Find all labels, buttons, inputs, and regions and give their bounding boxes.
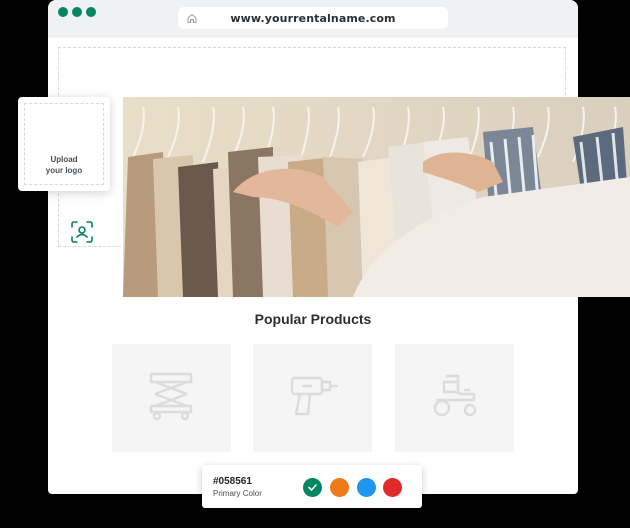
primary-color-label: Primary Color <box>213 489 262 498</box>
color-swatch-green[interactable] <box>303 478 322 497</box>
window-dot-maximize[interactable] <box>86 7 96 17</box>
face-scan-icon <box>71 221 93 243</box>
window-dot-minimize[interactable] <box>72 7 82 17</box>
product-card[interactable] <box>253 344 372 452</box>
color-swatch-blue[interactable] <box>357 478 376 497</box>
window-dot-close[interactable] <box>58 7 68 17</box>
color-hex-value: #058561 <box>213 476 252 487</box>
upload-logo-line2: your logo <box>45 166 83 175</box>
hero-clothing-rack-photo <box>123 97 630 297</box>
lawn-tractor-icon <box>433 374 477 417</box>
address-bar[interactable]: www.yourrentalname.com <box>178 7 448 29</box>
product-card[interactable] <box>112 344 231 452</box>
upload-logo-line1: Upload <box>50 155 78 164</box>
address-url: www.yourrentalname.com <box>230 11 396 25</box>
color-swatch-red[interactable] <box>383 478 402 497</box>
upload-logo-card[interactable]: Upload your logo <box>18 97 110 243</box>
home-icon[interactable] <box>186 12 198 24</box>
scissor-lift-icon <box>149 372 193 421</box>
check-icon <box>308 484 317 492</box>
upload-logo-label: Upload your logo <box>18 154 110 176</box>
popular-products-title: Popular Products <box>254 311 372 327</box>
color-picker-panel: #058561 Primary Color <box>202 465 422 508</box>
browser-titlebar: www.yourrentalname.com <box>48 0 578 38</box>
color-swatch-orange[interactable] <box>330 478 349 497</box>
product-card[interactable] <box>395 344 514 452</box>
power-drill-icon <box>290 376 338 416</box>
